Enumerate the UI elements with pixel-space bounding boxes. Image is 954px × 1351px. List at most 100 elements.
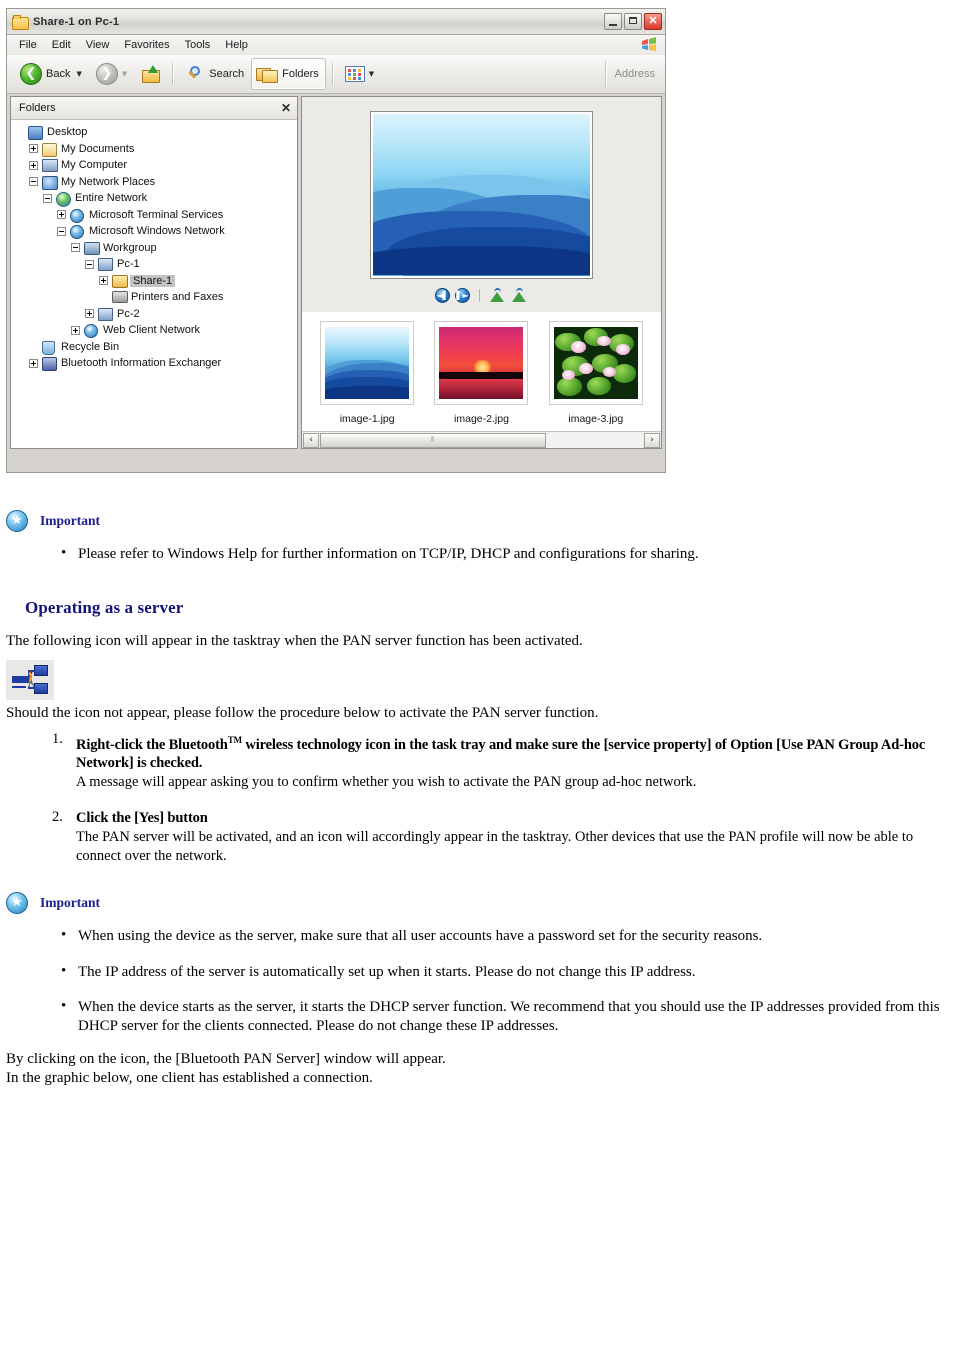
list-item: When the device starts as the server, it… [56, 997, 946, 1035]
scrollbar-thumb[interactable]: ⫴ [320, 432, 547, 448]
tree-item-pc-2[interactable]: Pc-2 [15, 306, 297, 323]
tree-item-microsoft-terminal-services[interactable]: Microsoft Terminal Services [15, 207, 297, 224]
scroll-right-button[interactable]: › [644, 432, 660, 448]
maximize-button[interactable] [624, 13, 642, 30]
menu-item-favorites[interactable]: Favorites [118, 38, 178, 52]
tree-item-workgroup[interactable]: Workgroup [15, 240, 297, 257]
expand-icon[interactable] [29, 358, 38, 368]
list-item[interactable]: image-3.jpg [548, 321, 644, 425]
previous-image-button[interactable]: ◄▌ [435, 287, 450, 303]
folders-button[interactable]: Folders [251, 58, 326, 90]
tree-item-share-1[interactable]: Share-1 [15, 273, 297, 290]
thumbnail-image-lotus [553, 327, 638, 399]
step-number: 2. [52, 809, 63, 826]
menu-item-help[interactable]: Help [219, 38, 257, 52]
tree-item-recycle-bin[interactable]: Recycle Bin [15, 339, 297, 356]
close-button[interactable]: ✕ [644, 13, 662, 30]
desktop-icon [27, 125, 43, 141]
tree-item-printers-and-faxes[interactable]: Printers and Faxes [15, 289, 297, 306]
tree-item-my-network-places[interactable]: My Network Places [15, 174, 297, 191]
tree-item-label: Pc-1 [117, 258, 140, 271]
toolbar-separator [172, 63, 175, 85]
address-label: Address [614, 68, 655, 80]
expand-icon[interactable] [29, 144, 38, 154]
window-controls: ✕ [604, 13, 662, 30]
rotate-clockwise-button[interactable] [489, 288, 506, 302]
back-button[interactable]: ❮ Back ▼ [15, 58, 91, 90]
important-label: Important [40, 895, 100, 910]
list-item: When using the device as the server, mak… [56, 926, 946, 946]
forward-button[interactable]: ❯ ▼ [91, 58, 136, 90]
menu-item-tools[interactable]: Tools [179, 38, 220, 52]
views-button[interactable]: ▼ [340, 58, 383, 90]
expand-icon[interactable] [99, 276, 108, 286]
tree-item-label: Workgroup [103, 241, 157, 254]
important-star-icon: ★ [6, 510, 28, 532]
minimize-button[interactable] [604, 13, 622, 30]
folders-pane: Folders ✕ Desktop My Documents My Computer… [10, 96, 298, 449]
thumbnail-image-mountains [325, 327, 410, 399]
collapse-icon[interactable] [71, 243, 80, 253]
views-dropdown-caret-icon[interactable]: ▼ [369, 70, 374, 78]
folders-label: Folders [282, 68, 319, 80]
step-description: A message will appear asking you to conf… [76, 773, 697, 790]
expand-icon[interactable] [29, 160, 38, 170]
tree-item-bluetooth-information-exchanger[interactable]: Bluetooth Information Exchanger [15, 355, 297, 372]
intro-text: The following icon will appear in the ta… [6, 633, 583, 649]
scrollbar-grip-icon: ⫴ [431, 435, 436, 444]
menu-item-edit[interactable]: Edit [46, 38, 80, 52]
list-item: 2. Click the [Yes] button The PAN server… [42, 809, 942, 865]
folders-pane-title: Folders [19, 102, 56, 114]
expand-icon[interactable] [71, 325, 80, 335]
pan-server-tray-icon: 🚶 [6, 660, 54, 700]
menu-item-file[interactable]: File [13, 38, 46, 52]
tree-item-desktop[interactable]: Desktop [15, 124, 297, 141]
tree-item-pc-1[interactable]: Pc-1 [15, 256, 297, 273]
collapse-icon[interactable] [29, 177, 38, 187]
list-item[interactable]: image-2.jpg [433, 321, 529, 425]
important-bullet-list-2: When using the device as the server, mak… [56, 926, 946, 1035]
important-bullet-list-1: Please refer to Windows Help for further… [56, 544, 946, 564]
scrollbar-track[interactable]: ⫴ [320, 432, 643, 448]
tree-item-entire-network[interactable]: Entire Network [15, 190, 297, 208]
back-dropdown-caret-icon[interactable]: ▼ [76, 70, 81, 78]
horizontal-scrollbar[interactable]: ‹ ⫴ › [302, 431, 661, 448]
toolbar: ❮ Back ▼ ❯ ▼ Search Folders ▼ Address [7, 55, 665, 94]
close-folders-pane-icon[interactable]: ✕ [281, 101, 291, 115]
collapse-icon[interactable] [85, 259, 94, 269]
expand-icon[interactable] [85, 309, 94, 319]
expand-icon[interactable] [57, 210, 66, 220]
step-description: The PAN server will be activated, and an… [76, 829, 914, 864]
collapse-icon[interactable] [57, 226, 66, 236]
printer-icon [111, 290, 128, 304]
tree-item-my-documents[interactable]: My Documents [15, 141, 297, 158]
search-icon [185, 64, 205, 84]
thumbnail-list: image-1.jpg image-2.jpg image-3.jpg [302, 312, 661, 431]
folders-icon [256, 65, 279, 83]
list-item: The IP address of the server is automati… [56, 962, 946, 982]
explorer-body: Folders ✕ Desktop My Documents My Computer… [7, 94, 665, 452]
menu-item-view[interactable]: View [80, 38, 119, 52]
globe-icon [69, 224, 85, 240]
tree-item-my-computer[interactable]: My Computer [15, 157, 297, 174]
address-bar[interactable]: Address [604, 55, 665, 93]
explorer-window: Share-1 on Pc-1 ✕ File Edit View Favorit… [6, 8, 666, 473]
scroll-left-button[interactable]: ‹ [303, 432, 319, 448]
list-item[interactable]: image-1.jpg [319, 321, 415, 425]
tree-item-label: My Network Places [61, 175, 156, 188]
rotate-counterclockwise-button[interactable] [511, 288, 528, 302]
search-button[interactable]: Search [180, 58, 251, 90]
tree-item-microsoft-windows-network[interactable]: Microsoft Windows Network [15, 223, 297, 240]
forward-dropdown-caret-icon[interactable]: ▼ [122, 70, 127, 78]
list-item: Please refer to Windows Help for further… [56, 544, 946, 564]
next-image-button[interactable]: ▌► [455, 287, 470, 303]
collapse-icon[interactable] [43, 193, 52, 203]
image-preview-area: ◄▌ ▌► [302, 97, 661, 312]
computer-icon [97, 307, 113, 321]
tree-item-web-client-network[interactable]: Web Client Network [15, 322, 297, 339]
up-folder-icon [141, 64, 161, 84]
shared-folder-icon [111, 274, 128, 288]
up-button[interactable] [136, 58, 166, 90]
